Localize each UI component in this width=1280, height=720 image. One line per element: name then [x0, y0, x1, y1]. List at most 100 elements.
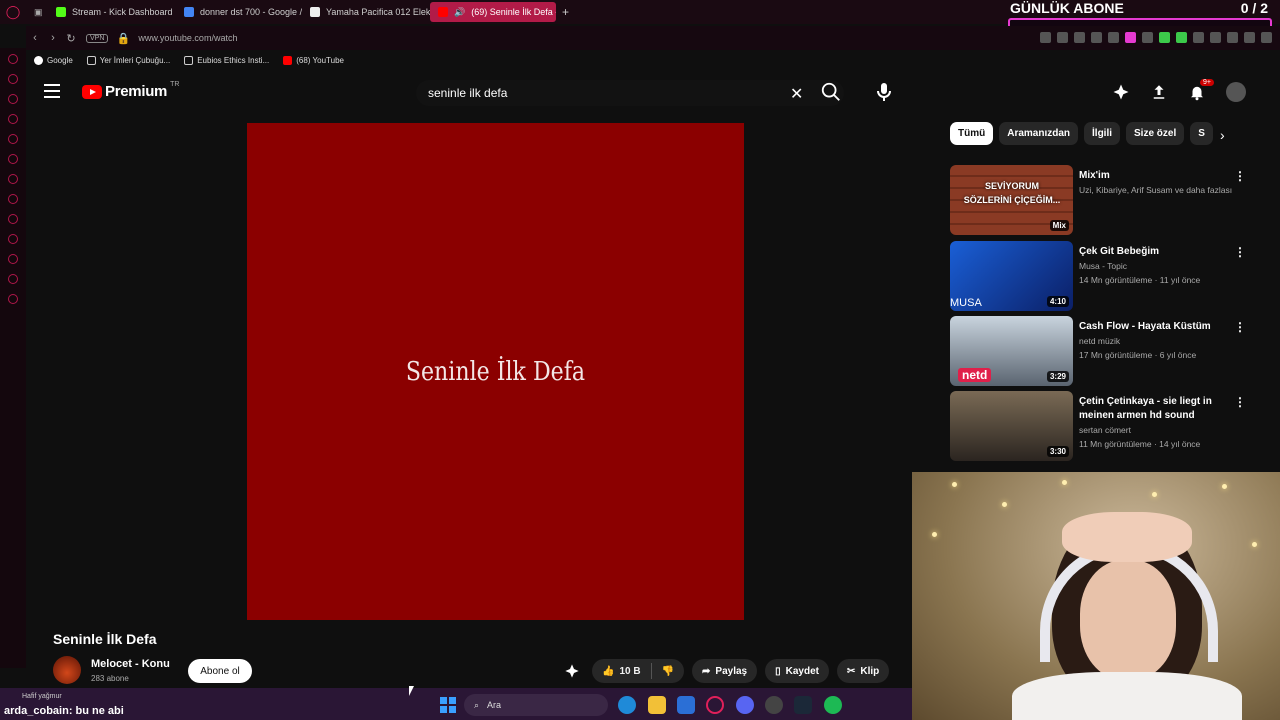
- tab-yamaha[interactable]: Yamaha Pacifica 012 Elekt: [302, 2, 430, 22]
- sidebar-icon[interactable]: [8, 74, 18, 84]
- tab-youtube-active[interactable]: 🔊 (69) Seninle İlk Defa -: [430, 2, 556, 22]
- windows-start-icon[interactable]: [440, 697, 456, 713]
- taskbar-search[interactable]: ⌕ Ara: [464, 694, 608, 716]
- sidebar-icon[interactable]: [8, 114, 18, 124]
- sidebar-icon[interactable]: [8, 54, 18, 64]
- new-tab-button[interactable]: +: [556, 5, 575, 19]
- vpn-badge[interactable]: VPN: [86, 33, 109, 43]
- tab-grid-icon[interactable]: ▣: [26, 2, 48, 22]
- sidebar-icon[interactable]: [8, 254, 18, 264]
- voice-search-button[interactable]: [872, 80, 898, 106]
- extension-icon[interactable]: [1159, 32, 1170, 43]
- extension-icon[interactable]: [1142, 32, 1153, 43]
- clip-button[interactable]: ✂ Klip: [837, 659, 890, 683]
- kick-icon: [56, 7, 66, 17]
- dislike-button[interactable]: 👎: [652, 659, 684, 683]
- video-title[interactable]: Mix'im: [1079, 169, 1239, 183]
- bookmark-google[interactable]: Google: [34, 55, 73, 65]
- discord-icon[interactable]: [736, 696, 754, 714]
- video-player[interactable]: Seninle İlk Defa: [247, 123, 744, 620]
- more-options-icon[interactable]: ⋮: [1234, 395, 1246, 409]
- more-options-icon[interactable]: ⋮: [1234, 320, 1246, 334]
- list-item[interactable]: SEVİYORUM SÖZLERİNİ ÇİÇEĞİM... Mix Mix'i…: [950, 165, 1250, 237]
- video-thumbnail[interactable]: MUSA 4:10: [950, 241, 1073, 311]
- extension-icon[interactable]: [1210, 32, 1221, 43]
- video-title[interactable]: Cash Flow - Hayata Küstüm: [1079, 320, 1239, 334]
- google-icon: [34, 55, 43, 65]
- subscribe-button[interactable]: Abone ol: [188, 659, 252, 683]
- extension-icon[interactable]: [1091, 32, 1102, 43]
- more-options-icon[interactable]: ⋮: [1234, 245, 1246, 259]
- menu-icon[interactable]: [1261, 32, 1272, 43]
- more-options-icon[interactable]: ⋮: [1234, 169, 1246, 183]
- clear-search-icon[interactable]: ✕: [790, 84, 803, 104]
- file-explorer-icon[interactable]: [648, 696, 666, 714]
- extension-icon[interactable]: [1176, 32, 1187, 43]
- upload-button[interactable]: [1150, 83, 1168, 101]
- duration-badge: 3:30: [1046, 446, 1069, 457]
- list-item[interactable]: MUSA 4:10 Çek Git Bebeğim Musa - Topic 1…: [950, 241, 1250, 313]
- sidebar-icon[interactable]: [8, 234, 18, 244]
- notifications-button[interactable]: 9+: [1188, 79, 1214, 101]
- extension-icon[interactable]: [1057, 32, 1068, 43]
- hamburger-menu-icon[interactable]: [44, 84, 60, 98]
- bookmark-eubios[interactable]: Eubios Ethics Insti...: [184, 55, 269, 65]
- youtube-icon: [438, 7, 448, 17]
- chip-more[interactable]: S: [1190, 122, 1213, 145]
- extension-icon[interactable]: [1125, 32, 1136, 43]
- settings-icon[interactable]: [8, 294, 18, 304]
- edge-icon[interactable]: [618, 696, 636, 714]
- forward-icon[interactable]: ›: [44, 32, 62, 44]
- chip-related[interactable]: İlgili: [1084, 122, 1121, 145]
- chip-all[interactable]: Tümü: [950, 122, 994, 145]
- ask-button[interactable]: [560, 659, 584, 683]
- whatsapp-icon[interactable]: [8, 154, 18, 164]
- extension-icon[interactable]: [1074, 32, 1085, 43]
- account-avatar[interactable]: [1226, 82, 1246, 102]
- extension-icon[interactable]: [1193, 32, 1204, 43]
- url-field[interactable]: www.youtube.com/watch: [138, 33, 237, 43]
- chip-from-search[interactable]: Aramanızdan: [999, 122, 1079, 145]
- like-button[interactable]: 👍 10 B: [592, 659, 651, 683]
- instagram-icon[interactable]: [8, 174, 18, 184]
- video-title[interactable]: Çetin Çetinkaya - sie liegt in meinen ar…: [1079, 395, 1239, 423]
- app-icon[interactable]: [765, 696, 783, 714]
- tab-kick-dashboard[interactable]: Stream - Kick Dashboard: [48, 2, 176, 22]
- x-icon[interactable]: [8, 194, 18, 204]
- sidebar-icon[interactable]: [8, 94, 18, 104]
- app-icon[interactable]: [677, 696, 695, 714]
- zoom-icon[interactable]: [1040, 32, 1051, 43]
- video-thumbnail[interactable]: SEVİYORUM SÖZLERİNİ ÇİÇEĞİM... Mix: [950, 165, 1073, 235]
- video-title[interactable]: Çek Git Bebeğim: [1079, 245, 1239, 259]
- list-item[interactable]: 3:30 Çetin Çetinkaya - sie liegt in mein…: [950, 391, 1250, 463]
- search-button[interactable]: [820, 81, 844, 105]
- tab-google-search[interactable]: donner dst 700 - Google /: [176, 2, 302, 22]
- download-icon[interactable]: [1227, 32, 1238, 43]
- steam-icon[interactable]: [794, 696, 812, 714]
- extension-icon[interactable]: [1108, 32, 1119, 43]
- discord-icon[interactable]: [8, 214, 18, 224]
- opera-gx-icon[interactable]: [706, 696, 724, 714]
- sidebar-icon[interactable]: [8, 274, 18, 284]
- back-icon[interactable]: ‹: [26, 32, 44, 44]
- chip-for-you[interactable]: Size özel: [1126, 122, 1185, 145]
- search-input[interactable]: seninle ilk defa: [416, 80, 844, 106]
- save-button[interactable]: ▯ Kaydet: [765, 659, 829, 683]
- video-thumbnail[interactable]: 3:30: [950, 391, 1073, 461]
- reload-icon[interactable]: ↻: [62, 32, 80, 45]
- video-thumbnail[interactable]: netd 3:29: [950, 316, 1073, 386]
- opera-logo-icon[interactable]: ◯: [0, 0, 26, 24]
- share-button[interactable]: ➦ Paylaş: [692, 659, 758, 683]
- fairy-light: [1152, 492, 1157, 497]
- sidebar-icon[interactable]: [8, 134, 18, 144]
- chevron-right-icon[interactable]: ›: [1220, 127, 1225, 143]
- channel-avatar[interactable]: [53, 656, 81, 684]
- list-item[interactable]: netd 3:29 Cash Flow - Hayata Küstüm netd…: [950, 316, 1250, 388]
- youtube-logo[interactable]: Premium TR: [82, 81, 179, 100]
- spotify-icon[interactable]: [824, 696, 842, 714]
- create-button[interactable]: [1112, 83, 1130, 101]
- bookmark-youtube[interactable]: (68) YouTube: [283, 55, 344, 65]
- channel-name[interactable]: Melocet - Konu: [91, 658, 170, 670]
- extension-icon[interactable]: [1244, 32, 1255, 43]
- bookmark-folder[interactable]: Yer İmleri Çubuğu...: [86, 55, 170, 65]
